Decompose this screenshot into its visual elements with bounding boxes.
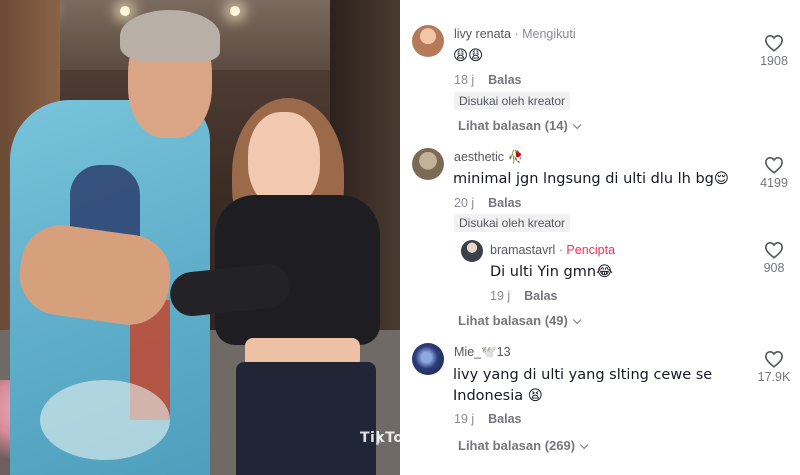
- comment-text: minimal jgn lngsung di ulti dlu lh bg😌: [453, 171, 729, 187]
- ceiling-lamp: [230, 6, 240, 16]
- reply-time: 19 j: [490, 289, 511, 303]
- avatar[interactable]: [412, 148, 444, 180]
- comment-username[interactable]: aesthetic 🥀: [454, 150, 523, 165]
- like-button[interactable]: 4199: [754, 156, 794, 190]
- liked-by-creator-badge: Disukai oleh kreator: [454, 214, 571, 232]
- like-count: 908: [763, 261, 785, 275]
- comment-time: 19 j: [454, 412, 475, 426]
- creator-tag: Pencipta: [566, 243, 616, 257]
- reply-button[interactable]: Balas: [524, 289, 557, 303]
- following-tag: Mengikuti: [522, 27, 576, 41]
- chevron-down-icon: [572, 120, 582, 130]
- avatar[interactable]: [461, 240, 483, 262]
- comment-text: livy yang di ulti yang slting cewe se: [453, 367, 713, 383]
- reply-button[interactable]: Balas: [488, 412, 521, 426]
- man-hair: [120, 10, 220, 62]
- video-frame[interactable]: ♪ TikTo: [0, 0, 400, 475]
- heart-icon: [764, 241, 784, 259]
- comment-text: Indonesia 😫: [453, 388, 543, 404]
- liked-by-creator-badge: Disukai oleh kreator: [454, 92, 571, 110]
- view-replies-button[interactable]: Lihat balasan (49): [458, 313, 582, 328]
- chevron-down-icon: [572, 315, 582, 325]
- reply-username[interactable]: bramastavrl · Pencipta: [490, 243, 615, 257]
- woman-face: [248, 112, 320, 208]
- like-count: 4199: [760, 176, 788, 190]
- heart-icon: [764, 350, 784, 368]
- comment-username[interactable]: Mie_🕊️13: [454, 345, 511, 360]
- shirt-print: [40, 380, 170, 460]
- like-count: 17.9K: [757, 370, 791, 384]
- comment-username[interactable]: livy renata · Mengikuti: [454, 27, 576, 41]
- tiktok-watermark: TikTo: [360, 430, 400, 446]
- view-replies-button[interactable]: Lihat balasan (269): [458, 438, 589, 453]
- ceiling-lamp: [120, 6, 130, 16]
- like-button[interactable]: 908: [754, 241, 794, 275]
- heart-icon: [764, 34, 784, 52]
- reply-meta: 19 j Balas: [490, 289, 558, 303]
- comment-time: 18 j: [454, 73, 475, 87]
- comment-meta: 19 j Balas: [454, 412, 522, 426]
- avatar[interactable]: [412, 25, 444, 57]
- reply-button[interactable]: Balas: [488, 73, 521, 87]
- view-replies-button[interactable]: Lihat balasan (14): [458, 118, 582, 133]
- comment-meta: 18 j Balas: [454, 73, 522, 87]
- comment-meta: 20 j Balas: [454, 196, 522, 210]
- heart-icon: [764, 156, 784, 174]
- woman-jeans: [236, 362, 376, 475]
- like-button[interactable]: 17.9K: [754, 350, 794, 384]
- comments-panel[interactable]: livy renata · Mengikuti 😩😩 18 j Balas Dis…: [400, 0, 800, 475]
- comment-text: 😩😩: [453, 48, 484, 64]
- like-count: 1908: [760, 54, 788, 68]
- reply-text: Di ulti Yin gmn😂: [490, 264, 613, 280]
- like-button[interactable]: 1908: [754, 34, 794, 68]
- avatar[interactable]: [412, 343, 444, 375]
- chevron-down-icon: [579, 440, 589, 450]
- reply-button[interactable]: Balas: [488, 196, 521, 210]
- comment-time: 20 j: [454, 196, 475, 210]
